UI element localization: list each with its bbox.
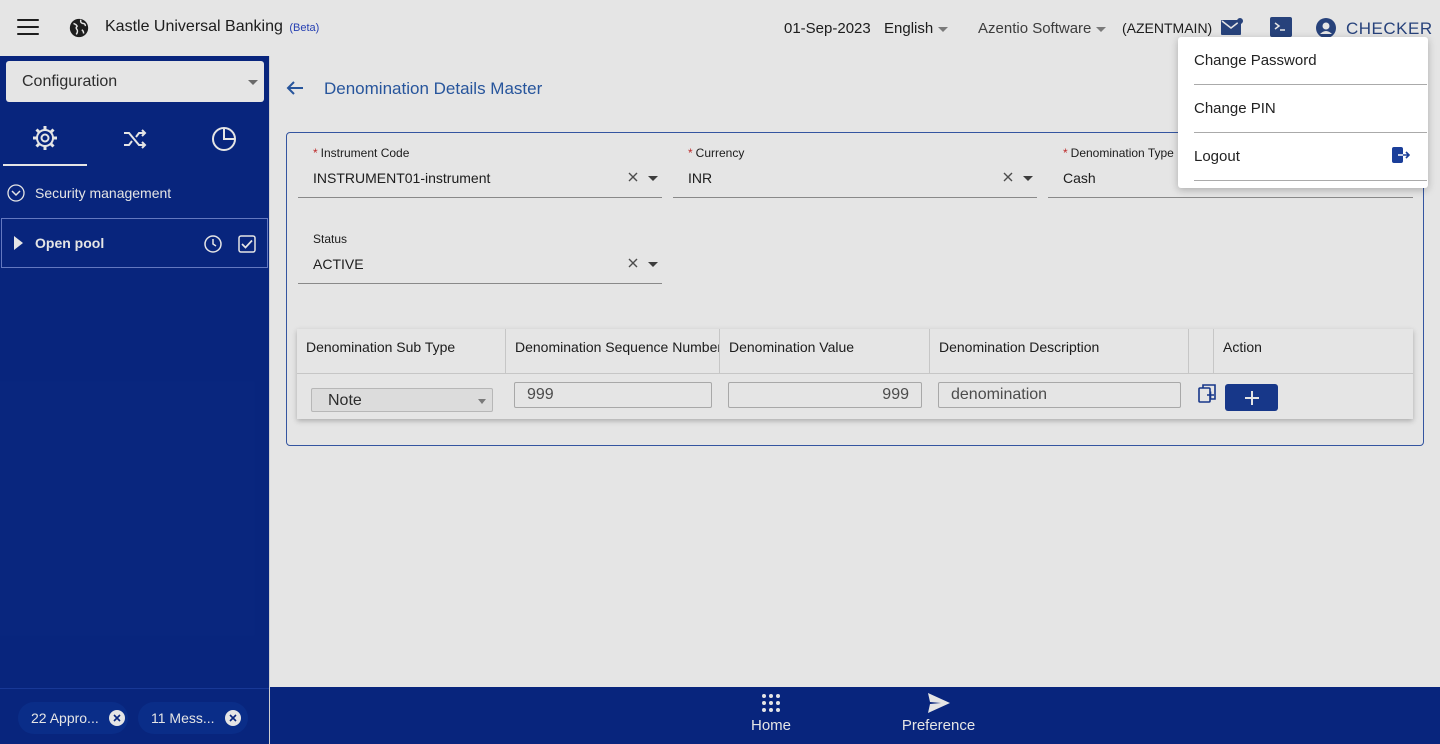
nav-preference-label: Preference [901,717,976,734]
bottom-nav: Home Preference [270,687,1440,744]
grid-header: Denomination Sub Type Denomination Seque… [297,329,1413,374]
clear-icon[interactable] [627,171,639,183]
sidebar-footer: 22 Appro... 11 Mess... [0,688,269,744]
expand-triangle-icon [14,236,23,250]
field-underline [1048,197,1413,198]
col-sequence-number: Denomination Sequence Number [506,329,720,374]
apps-grid-icon [762,694,780,712]
currency-value: INR [688,170,713,186]
clear-icon[interactable] [627,257,639,269]
shuffle-icon [124,129,147,149]
module-select[interactable]: Configuration [6,61,264,102]
clock-icon[interactable] [204,235,222,253]
chevron-down-icon [478,399,486,404]
chevron-down-icon [938,26,949,32]
denomination-grid: Denomination Sub Type Denomination Seque… [297,329,1413,419]
nav-home-label: Home [750,717,791,734]
menu-icon[interactable] [17,19,39,37]
denomination-type-value: Cash [1063,170,1096,186]
page-title: Denomination Details Master [324,79,543,98]
field-underline [298,283,662,284]
send-icon [927,693,950,713]
nav-home[interactable]: Home [750,693,792,734]
module-select-label: Configuration [22,73,118,90]
field-underline [298,197,662,198]
col-sub-type: Denomination Sub Type [297,329,506,374]
chevron-down-icon[interactable] [1023,176,1033,181]
logout-icon [1392,147,1410,163]
sidebar: Configuration Security management Open p… [0,56,269,688]
user-menu: Change Password Change PIN Logout [1178,37,1428,188]
close-icon[interactable] [224,710,241,726]
logout-label: Logout [1194,148,1240,165]
clear-icon[interactable] [1002,171,1014,183]
pie-chart-icon [212,127,236,151]
messages-chip-label: 11 Mess... [151,710,215,726]
denomination-value-input[interactable]: 999 [728,382,922,408]
globe-icon[interactable] [68,17,90,39]
col-blank [1189,329,1214,374]
tab-settings[interactable] [3,112,87,166]
language-select[interactable]: English [884,20,949,37]
back-arrow-icon[interactable] [286,80,304,96]
sub-type-value: Note [328,392,362,409]
chevron-down-circle-icon [7,184,25,202]
open-pool-item[interactable]: Open pool [1,218,268,268]
col-action: Action [1223,339,1262,355]
security-management-label: Security management [35,185,172,201]
denomination-description-input[interactable]: denomination [938,382,1181,408]
app-title: Kastle Universal Banking (Beta) [105,18,320,35]
chevron-down-icon[interactable] [648,262,658,267]
company-code: (AZENTMAIN) [1122,20,1213,36]
chevron-down-icon [1096,26,1107,32]
business-date: 01-Sep-2023 [784,20,871,37]
messages-chip[interactable]: 11 Mess... [138,702,248,734]
close-icon[interactable] [108,710,125,726]
gear-icon [33,126,57,150]
security-management-group[interactable]: Security management [0,176,269,210]
sidebar-tabs [0,112,269,168]
status-field[interactable]: Status ACTIVE [298,232,662,284]
mail-icon[interactable] [1221,18,1243,36]
approvals-chip-label: 22 Appro... [31,710,99,726]
col-description: Denomination Description [930,329,1189,374]
sequence-number-input[interactable]: 999 [514,382,712,408]
table-row: Note 999 999 denomination [297,374,1413,419]
currency-field[interactable]: * Currency INR [673,146,1037,198]
sub-type-select[interactable]: Note [311,388,493,412]
user-name[interactable]: CHECKER [1346,19,1433,39]
change-pin-item[interactable]: Change PIN [1194,85,1427,133]
currency-label: * Currency [688,146,745,160]
checkbox-icon[interactable] [238,235,256,253]
copy-add-icon[interactable] [1198,384,1216,404]
add-row-button[interactable] [1225,384,1278,411]
nav-preference[interactable]: Preference [900,693,977,734]
instrument-code-value: INSTRUMENT01-instrument [313,170,491,186]
chevron-down-icon[interactable] [648,176,658,181]
instrument-code-label: * Instrument Code [313,146,410,160]
status-label: Status [313,232,348,246]
tab-workflow[interactable] [93,112,177,166]
beta-badge: (Beta) [289,22,320,34]
plus-icon [1244,390,1259,405]
terminal-icon[interactable] [1270,17,1292,37]
status-value: ACTIVE [313,256,364,272]
instrument-code-field[interactable]: * Instrument Code INSTRUMENT01-instrument [298,146,662,198]
logout-item[interactable]: Logout [1194,133,1427,181]
open-pool-label: Open pool [35,235,105,251]
user-avatar-icon[interactable] [1316,18,1336,38]
field-underline [673,197,1037,198]
col-value: Denomination Value [720,329,930,374]
tab-reports[interactable] [182,112,266,166]
chevron-down-icon [248,80,258,85]
approvals-chip[interactable]: 22 Appro... [18,702,128,734]
company-select[interactable]: Azentio Software [978,20,1107,37]
change-password-item[interactable]: Change Password [1194,37,1427,85]
